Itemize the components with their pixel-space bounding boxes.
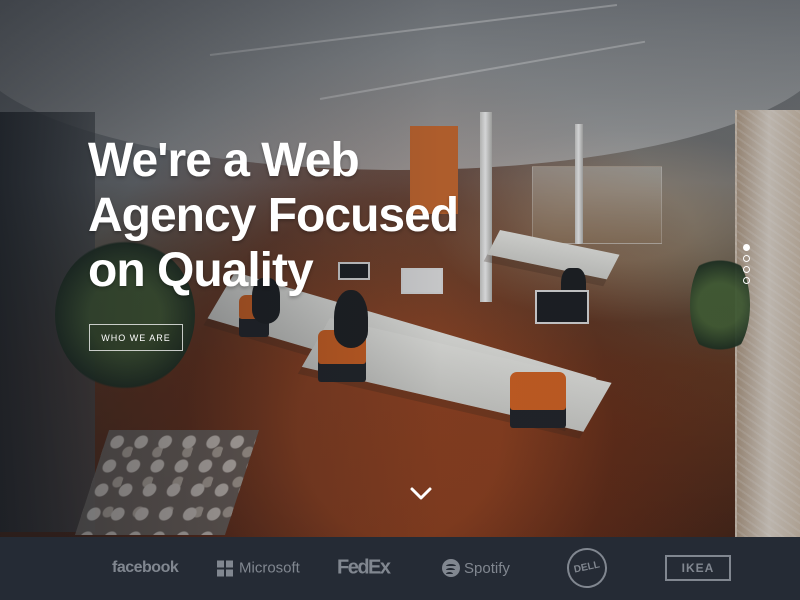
chevron-down-icon[interactable] [407,482,435,504]
slider-dot-4[interactable] [743,277,750,284]
slider-dot-2[interactable] [743,255,750,262]
spotify-logo-text: Spotify [464,559,510,577]
fedex-logo: FedEx [337,556,391,579]
hero-section: We're a Web Agency Focused on Quality WH… [0,0,800,537]
microsoft-logo: Microsoft [217,560,300,577]
facebook-logo: facebook [112,559,179,576]
scroll-down-button[interactable] [407,482,435,504]
landing-page: We're a Web Agency Focused on Quality WH… [0,0,800,600]
ikea-logo: IKEA [665,555,731,581]
spotify-logo: Spotify [442,559,510,577]
slider-dot-3[interactable] [743,266,750,273]
who-we-are-button[interactable]: WHO WE ARE [89,324,183,351]
microsoft-logo-text: Microsoft [239,559,300,577]
microsoft-grid-icon [217,560,233,576]
slider-dot-1[interactable] [743,244,750,251]
spotify-icon [442,559,460,577]
hero-heading: We're a Web Agency Focused on Quality [88,134,459,297]
hero-slider-pagination [742,244,754,294]
